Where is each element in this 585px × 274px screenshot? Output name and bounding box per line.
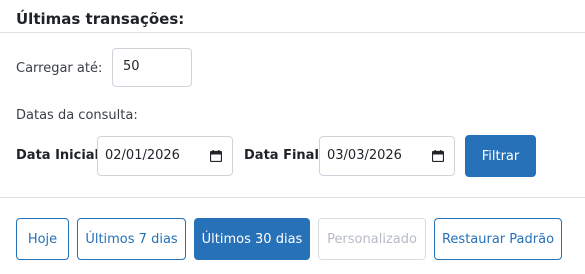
start-date-value: 02/01/2026 <box>105 148 180 163</box>
end-date-value: 03/03/2026 <box>327 148 402 163</box>
calendar-icon[interactable] <box>432 150 444 162</box>
load-limit-label: Carregar até: <box>16 61 103 76</box>
range-last30-button[interactable]: Últimos 30 dias <box>194 218 310 260</box>
range-last7-button[interactable]: Últimos 7 dias <box>77 218 186 260</box>
load-limit-input[interactable]: 50 <box>112 48 192 87</box>
filter-button[interactable]: Filtrar <box>465 135 536 177</box>
filter-divider <box>0 197 585 198</box>
end-date-input[interactable]: 03/03/2026 <box>319 136 455 176</box>
page-title: Últimas transações: <box>16 10 185 28</box>
reset-default-button[interactable]: Restaurar Padrão <box>434 218 562 260</box>
start-date-label: Data Inicial: <box>16 148 105 163</box>
header-divider <box>0 32 585 33</box>
range-custom-button: Personalizado <box>318 218 426 260</box>
range-today-button[interactable]: Hoje <box>16 218 69 260</box>
end-date-label: Data Final: <box>244 148 325 163</box>
start-date-input[interactable]: 02/01/2026 <box>97 136 233 176</box>
calendar-icon[interactable] <box>210 150 222 162</box>
query-dates-label: Datas da consulta: <box>16 108 138 123</box>
